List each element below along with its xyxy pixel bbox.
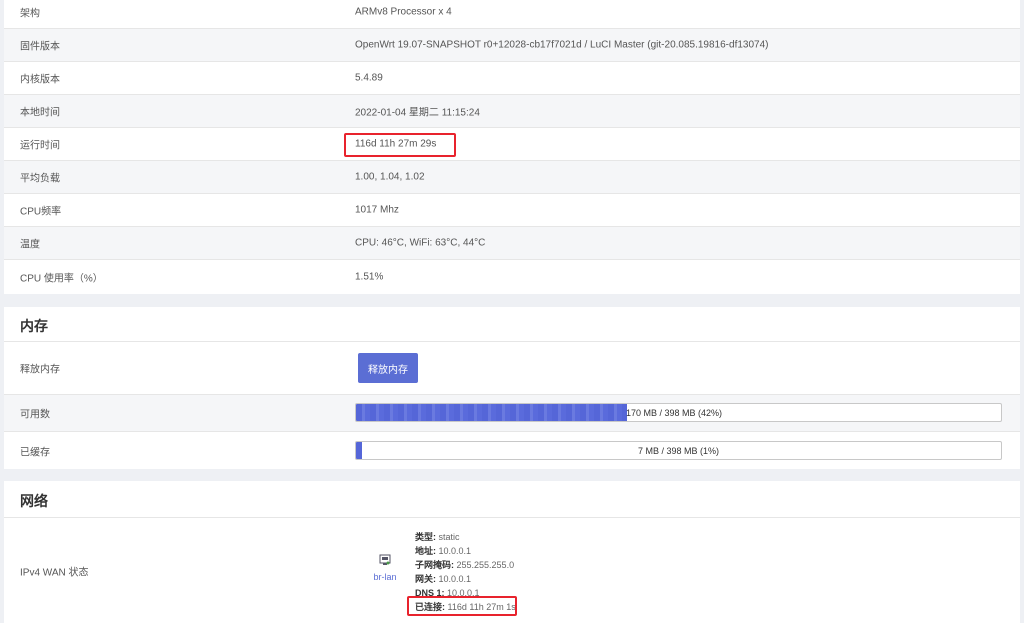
row-value: OpenWrt 19.07-SNAPSHOT r0+12028-cb17f702…: [355, 39, 769, 51]
row-label: CPU 使用率（%）: [20, 273, 103, 285]
row-label: CPU频率: [20, 206, 62, 218]
system-info-card: 架构 ARMv8 Processor x 4 固件版本 OpenWrt 19.0…: [4, 0, 1020, 294]
system-row-load-average: 平均负载 1.00, 1.04, 1.02: [4, 160, 1020, 193]
interface-br-lan[interactable]: br-lan: [370, 554, 400, 583]
uptime-highlight-box: [344, 133, 456, 157]
row-value: 1.00, 1.04, 1.02: [355, 171, 425, 183]
wan-detail-type: 类型: static: [415, 530, 516, 544]
detail-value: static: [438, 532, 460, 542]
row-label: 固件版本: [20, 41, 60, 53]
system-row-local-time: 本地时间 2022-01-04 星期二 11:15:24: [4, 94, 1020, 127]
interface-name: br-lan: [373, 572, 397, 582]
row-value: 1.51%: [355, 271, 384, 283]
row-value: 5.4.89: [355, 72, 383, 84]
connected-highlight-box: [407, 596, 517, 616]
wan-detail-netmask: 子网掩码: 255.255.255.0: [415, 558, 516, 572]
ethernet-port-icon: [379, 554, 391, 565]
memory-section-title: 内存: [20, 318, 48, 334]
row-label: 温度: [20, 239, 40, 251]
detail-value: 255.255.255.0: [456, 560, 515, 570]
wan-detail-gateway: 网关: 10.0.0.1: [415, 572, 516, 586]
detail-key: 地址:: [415, 546, 436, 556]
available-memory-bar: 170 MB / 398 MB (42%): [355, 403, 1002, 422]
system-row-cpu-frequency: CPU频率 1017 Mhz: [4, 193, 1020, 226]
cached-memory-text: 7 MB / 398 MB (1%): [637, 445, 720, 456]
row-value: ARMv8 Processor x 4: [355, 6, 452, 17]
row-label: 内核版本: [20, 74, 60, 86]
row-label: 架构: [20, 8, 40, 19]
wan-detail-address: 地址: 10.0.0.1: [415, 544, 516, 558]
cached-memory-bar: 7 MB / 398 MB (1%): [355, 441, 1002, 460]
system-row-cpu-usage: CPU 使用率（%） 1.51%: [4, 259, 1020, 294]
row-label: IPv4 WAN 状态: [20, 567, 89, 579]
row-label: 运行时间: [20, 140, 60, 152]
memory-row-available: 可用数 170 MB / 398 MB (42%): [4, 394, 1020, 431]
system-row-kernel: 内核版本 5.4.89: [4, 61, 1020, 94]
memory-row-release: 释放内存 释放内存: [4, 341, 1020, 394]
row-label: 平均负载: [20, 173, 60, 185]
detail-key: 子网掩码:: [415, 560, 454, 570]
row-value: 1017 Mhz: [355, 204, 399, 216]
row-value: 2022-01-04 星期二 11:15:24: [355, 107, 480, 119]
memory-card: 内存 释放内存 释放内存 可用数 170 MB / 398 MB (42%) 已…: [4, 307, 1020, 469]
detail-key: 网关:: [415, 574, 436, 584]
system-row-firmware: 固件版本 OpenWrt 19.07-SNAPSHOT r0+12028-cb1…: [4, 28, 1020, 61]
row-label: 本地时间: [20, 107, 60, 119]
detail-key: 类型:: [415, 532, 436, 542]
available-memory-text: 170 MB / 398 MB (42%): [626, 407, 723, 418]
system-row-temperature: 温度 CPU: 46°C, WiFi: 63°C, 44°C: [4, 226, 1020, 259]
memory-row-cached: 已缓存 7 MB / 398 MB (1%): [4, 431, 1020, 469]
network-section-title: 网络: [20, 493, 48, 509]
detail-value: 10.0.0.1: [438, 546, 472, 556]
release-memory-button[interactable]: 释放内存: [358, 353, 418, 383]
system-row-architecture: 架构 ARMv8 Processor x 4: [4, 0, 1020, 29]
detail-value: 10.0.0.1: [438, 574, 472, 584]
row-label: 已缓存: [20, 447, 50, 458]
row-label: 释放内存: [20, 364, 60, 376]
system-row-uptime: 运行时间 116d 11h 27m 29s: [4, 127, 1020, 160]
available-memory-fill: [356, 404, 627, 421]
row-label: 可用数: [20, 409, 50, 421]
row-value: CPU: 46°C, WiFi: 63°C, 44°C: [355, 237, 486, 249]
